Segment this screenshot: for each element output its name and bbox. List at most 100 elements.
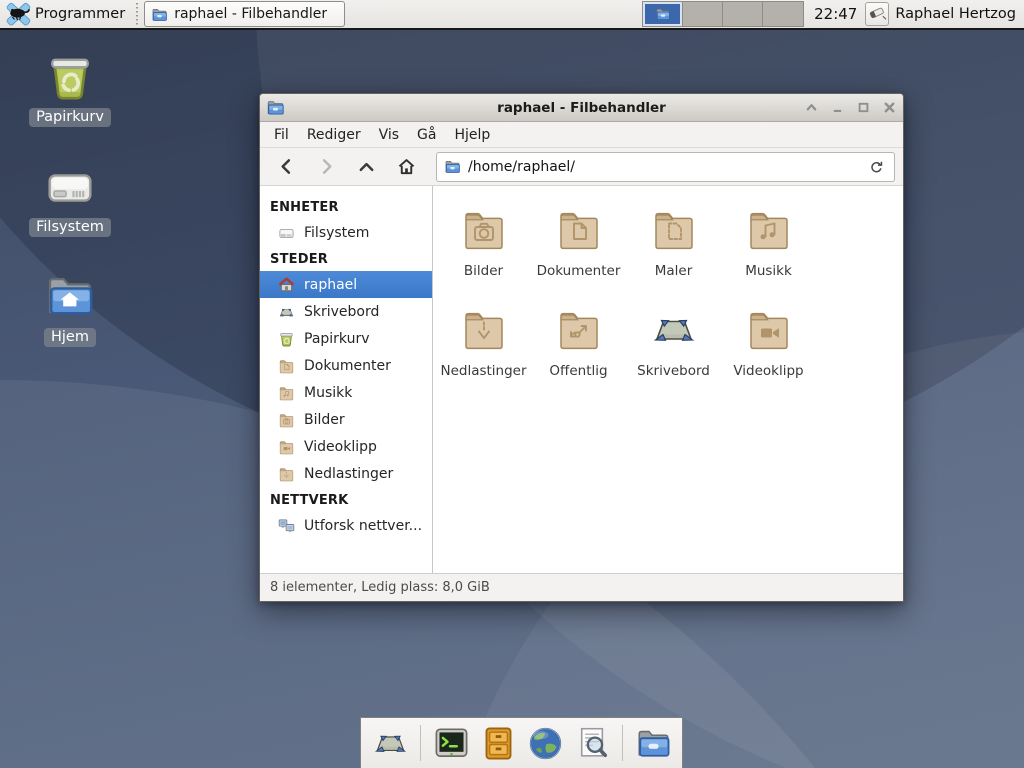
file-item-label: Videoklipp bbox=[733, 363, 803, 379]
xfce-mouse-logo-icon[interactable] bbox=[6, 2, 31, 26]
folder-videos-icon bbox=[745, 306, 793, 354]
dock-separator bbox=[622, 725, 623, 761]
menu-rediger[interactable]: Rediger bbox=[298, 124, 370, 146]
menu-fil[interactable]: Fil bbox=[265, 124, 298, 146]
sidebar-item-videoklipp[interactable]: Videoklipp bbox=[260, 433, 432, 460]
taskbar-window-button[interactable]: raphael - Filbehandler bbox=[144, 1, 345, 27]
blue-folder-icon bbox=[266, 99, 285, 116]
pager-workspace-4[interactable] bbox=[763, 2, 803, 26]
panel-grip-handle[interactable] bbox=[135, 3, 140, 25]
user-menu-button[interactable] bbox=[865, 2, 889, 26]
sidebar-header-nettverk: NETTVERK bbox=[260, 487, 432, 512]
close-button[interactable] bbox=[881, 100, 897, 116]
file-item-label: Dokumenter bbox=[537, 263, 621, 279]
pager-workspace-3[interactable] bbox=[723, 2, 763, 26]
drive-icon bbox=[44, 162, 96, 214]
dock-show-desktop-button[interactable] bbox=[371, 724, 409, 762]
clock: 22:47 bbox=[814, 5, 857, 23]
file-item-nedlastinger[interactable]: Nedlastinger bbox=[436, 298, 531, 398]
menu-hjelp[interactable]: Hjelp bbox=[445, 124, 499, 146]
sidebar-item-raphael[interactable]: raphael bbox=[260, 271, 432, 298]
location-path[interactable]: /home/raphael/ bbox=[468, 159, 858, 175]
file-item-maler[interactable]: Maler bbox=[626, 198, 721, 298]
home-folder-icon bbox=[44, 272, 96, 324]
desktop-icon-hjem[interactable]: Hjem bbox=[15, 272, 125, 347]
dock-file-manager-button[interactable] bbox=[634, 724, 672, 762]
drive-icon bbox=[278, 225, 295, 241]
sidebar-item-dokumenter[interactable]: Dokumenter bbox=[260, 352, 432, 379]
dock-terminal-button[interactable] bbox=[432, 724, 470, 762]
back-button[interactable] bbox=[268, 152, 304, 182]
status-text: 8 ielementer, Ledig plass: 8,0 GiB bbox=[270, 580, 490, 595]
sidebar-item-nedlastinger[interactable]: Nedlastinger bbox=[260, 460, 432, 487]
sidebar-item-bilder[interactable]: Bilder bbox=[260, 406, 432, 433]
file-item-label: Bilder bbox=[464, 263, 503, 279]
up-button[interactable] bbox=[348, 152, 384, 182]
sidebar-item-label: Videoklipp bbox=[304, 439, 377, 455]
sidebar-item-label: Papirkurv bbox=[304, 331, 370, 347]
folder-music-icon bbox=[278, 385, 295, 401]
folder-pictures-icon bbox=[278, 412, 295, 428]
menu-vis[interactable]: Vis bbox=[370, 124, 408, 146]
sidebar-item-musikk[interactable]: Musikk bbox=[260, 379, 432, 406]
file-item-skrivebord[interactable]: Skrivebord bbox=[626, 298, 721, 398]
pager-workspace-1[interactable] bbox=[643, 2, 683, 26]
desktop-icon-papirkurv[interactable]: Papirkurv bbox=[15, 52, 125, 127]
folder-downloads-icon bbox=[460, 306, 508, 354]
eraser-icon bbox=[867, 2, 887, 26]
sidebar-item-papirkurv[interactable]: Papirkurv bbox=[260, 325, 432, 352]
file-item-videoklipp[interactable]: Videoklipp bbox=[721, 298, 816, 398]
dock-file-cabinet-button[interactable] bbox=[479, 724, 517, 762]
file-item-offentlig[interactable]: Offentlig bbox=[531, 298, 626, 398]
workspace-pager[interactable] bbox=[642, 1, 804, 27]
user-name: Raphael Hertzog bbox=[895, 6, 1016, 22]
trash-icon bbox=[278, 331, 295, 347]
shade-button[interactable] bbox=[803, 100, 819, 116]
forward-button[interactable] bbox=[308, 152, 344, 182]
dock-web-browser-button[interactable] bbox=[526, 724, 564, 762]
dock-search-files-button[interactable] bbox=[573, 724, 611, 762]
minimize-button[interactable] bbox=[829, 100, 845, 116]
sidebar-item-skrivebord[interactable]: Skrivebord bbox=[260, 298, 432, 325]
blue-folder-icon bbox=[444, 159, 461, 174]
location-bar[interactable]: /home/raphael/ bbox=[436, 152, 895, 182]
sidebar-item-label: Utforsk nettver... bbox=[304, 518, 422, 534]
sidebar-item-label: raphael bbox=[304, 277, 357, 293]
file-item-bilder[interactable]: Bilder bbox=[436, 198, 531, 298]
file-item-musikk[interactable]: Musikk bbox=[721, 198, 816, 298]
sidebar-item-label: Filsystem bbox=[304, 225, 369, 241]
bottom-dock bbox=[360, 717, 683, 768]
home-button[interactable] bbox=[388, 152, 424, 182]
folder-pictures-icon bbox=[460, 206, 508, 254]
network-icon bbox=[278, 518, 295, 534]
top-panel: Programmer raphael - Filbehandler 22:47 … bbox=[0, 0, 1024, 30]
blue-folder-icon bbox=[151, 7, 168, 22]
folder-documents-icon bbox=[555, 206, 603, 254]
sidebar-item-label: Skrivebord bbox=[304, 304, 379, 320]
file-item-dokumenter[interactable]: Dokumenter bbox=[531, 198, 626, 298]
file-item-label: Offentlig bbox=[549, 363, 607, 379]
blue-folder-icon bbox=[655, 7, 671, 21]
file-item-label: Nedlastinger bbox=[440, 363, 526, 379]
sidebar-item-filsystem[interactable]: Filsystem bbox=[260, 219, 432, 246]
folder-public-icon bbox=[555, 306, 603, 354]
folder-documents-icon bbox=[278, 358, 295, 374]
folder-templates-icon bbox=[650, 206, 698, 254]
places-sidebar: ENHETERFilsystemSTEDERraphaelSkrivebordP… bbox=[260, 186, 433, 573]
sidebar-item-label: Nedlastinger bbox=[304, 466, 393, 482]
pager-workspace-2[interactable] bbox=[683, 2, 723, 26]
applications-menu-button[interactable]: Programmer bbox=[35, 6, 125, 22]
sidebar-item-label: Bilder bbox=[304, 412, 345, 428]
menu-g[interactable]: Gå bbox=[408, 124, 445, 146]
window-titlebar[interactable]: raphael - Filbehandler bbox=[260, 94, 903, 122]
menubar: FilRedigerVisGåHjelp bbox=[260, 122, 903, 148]
desktop-icon bbox=[278, 304, 295, 320]
maximize-button[interactable] bbox=[855, 100, 871, 116]
file-view[interactable]: Bilder Dokumenter MalerMusikk Nedlastinger O… bbox=[433, 186, 903, 573]
reload-button[interactable] bbox=[865, 156, 887, 178]
desktop-icon-label: Papirkurv bbox=[29, 108, 111, 127]
desktop-icon-filsystem[interactable]: Filsystem bbox=[15, 162, 125, 237]
folder-videos-icon bbox=[278, 439, 295, 455]
toolbar: /home/raphael/ bbox=[260, 148, 903, 186]
sidebar-item-utforsknettver[interactable]: Utforsk nettver... bbox=[260, 512, 432, 539]
